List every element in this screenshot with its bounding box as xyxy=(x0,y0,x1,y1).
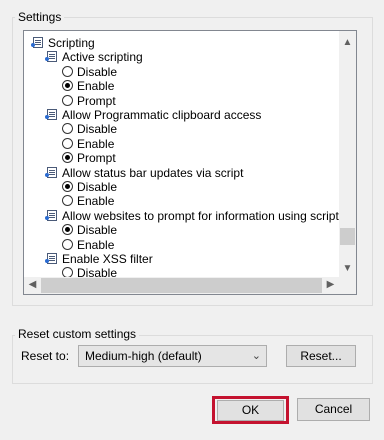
settings-icon xyxy=(45,253,57,264)
option-row[interactable]: Prompt xyxy=(24,151,341,165)
tree-setting[interactable]: Active scripting xyxy=(24,50,341,64)
radio-button[interactable] xyxy=(62,195,73,207)
option-row[interactable]: Disable xyxy=(24,65,341,79)
radio-button[interactable] xyxy=(62,94,73,106)
tree-category[interactable]: Scripting xyxy=(24,36,341,50)
option-row[interactable]: Disable xyxy=(24,180,341,194)
settings-icon xyxy=(45,51,57,63)
option-label: Disable xyxy=(77,180,118,194)
reset-level-value: Medium-high (default) xyxy=(85,349,202,363)
option-label: Disable xyxy=(77,223,118,238)
option-row[interactable]: Disable xyxy=(24,122,341,136)
setting-label: Enable XSS filter xyxy=(62,252,153,266)
option-row[interactable]: Enable xyxy=(24,137,341,151)
horizontal-scrollbar[interactable]: ◀ ▶ xyxy=(24,277,356,294)
category-label: Scripting xyxy=(48,36,95,50)
radio-button[interactable] xyxy=(62,80,73,92)
option-row[interactable]: Enable xyxy=(24,194,341,208)
reset-group-title: Reset custom settings xyxy=(15,327,140,341)
settings-list[interactable]: Scripting Active scripting Disable Enable Pr… xyxy=(23,30,357,295)
radio-button[interactable] xyxy=(62,152,73,164)
tree-setting[interactable]: Allow status bar updates via script xyxy=(24,166,341,180)
settings-icon xyxy=(31,37,43,48)
settings-icon xyxy=(45,166,57,178)
settings-group-title: Settings xyxy=(15,10,65,24)
setting-label: Active scripting xyxy=(62,50,143,65)
radio-button[interactable] xyxy=(62,137,73,149)
chevron-down-icon: ⌄ xyxy=(251,350,261,362)
setting-label: Allow websites to prompt for information… xyxy=(62,208,357,223)
scroll-down-icon[interactable]: ▼ xyxy=(339,261,356,277)
scroll-left-icon[interactable]: ◀ xyxy=(24,277,41,293)
radio-button[interactable] xyxy=(62,181,73,192)
reset-to-label: Reset to: xyxy=(21,349,70,363)
vertical-scrollbar[interactable]: ▲ ▼ xyxy=(339,31,356,279)
radio-button[interactable] xyxy=(62,123,73,135)
option-label: Enable xyxy=(77,79,115,94)
radio-button[interactable] xyxy=(62,65,73,77)
scroll-right-icon[interactable]: ▶ xyxy=(322,277,339,293)
option-row[interactable]: Enable xyxy=(24,79,341,93)
settings-icon xyxy=(45,209,57,221)
cancel-button[interactable]: Cancel xyxy=(297,398,370,421)
tree-setting[interactable]: Allow websites to prompt for information… xyxy=(24,209,356,223)
option-label: Enable xyxy=(77,194,115,209)
option-label: Enable xyxy=(77,237,115,252)
option-row[interactable]: Disable xyxy=(24,223,341,237)
option-label: Disable xyxy=(77,64,118,79)
option-row[interactable]: Prompt xyxy=(24,94,341,108)
tree-setting[interactable]: Allow Programmatic clipboard access xyxy=(24,108,341,122)
horizontal-scroll-thumb[interactable] xyxy=(41,278,322,293)
option-label: Prompt xyxy=(77,93,116,108)
scroll-up-icon[interactable]: ▲ xyxy=(339,35,356,51)
tree-setting[interactable]: Enable XSS filter xyxy=(24,252,341,266)
radio-button[interactable] xyxy=(62,224,73,236)
radio-button[interactable] xyxy=(62,238,73,250)
setting-label: Allow status bar updates via script xyxy=(62,165,244,180)
settings-icon xyxy=(45,109,57,120)
option-label: Disable xyxy=(77,122,118,137)
reset-level-dropdown[interactable]: Medium-high (default) ⌄ xyxy=(78,345,267,367)
vertical-scroll-thumb[interactable] xyxy=(340,228,355,245)
option-row[interactable]: Enable xyxy=(24,238,341,252)
option-label: Enable xyxy=(77,136,115,151)
setting-label: Allow Programmatic clipboard access xyxy=(62,108,262,122)
ok-button[interactable]: OK xyxy=(217,400,284,421)
reset-button[interactable]: Reset... xyxy=(286,345,356,367)
option-label: Prompt xyxy=(77,151,116,166)
